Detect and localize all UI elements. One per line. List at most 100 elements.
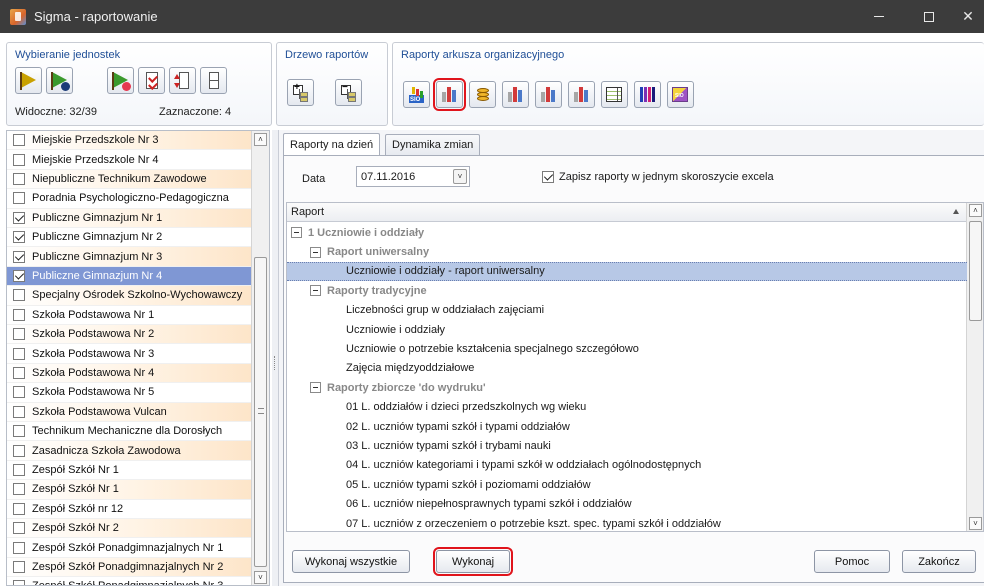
run-button[interactable]: Wykonaj — [433, 547, 513, 576]
unit-list-item[interactable]: Szkoła Podstawowa Nr 3 — [7, 344, 251, 364]
unit-list-item[interactable]: Technikum Mechaniczne dla Dorosłych — [7, 422, 251, 442]
check-all-button[interactable] — [138, 67, 165, 94]
unit-list-item[interactable]: Szkoła Podstawowa Nr 2 — [7, 325, 251, 345]
unit-list-item[interactable]: Szkoła Podstawowa Nr 5 — [7, 383, 251, 403]
grid-scrollbar[interactable]: ˄ ˅ — [966, 203, 983, 531]
report-row[interactable]: 06 L. uczniów niepełnosprawnych typami s… — [287, 495, 967, 514]
uncheck-all-button[interactable] — [200, 67, 227, 94]
finish-button[interactable]: Zakończ — [902, 550, 976, 573]
sio-report-button[interactable] — [403, 81, 430, 108]
report-group-row[interactable]: 1 Uczniowie i oddziały — [287, 223, 967, 242]
unit-checkbox[interactable] — [13, 444, 25, 457]
unit-checkbox[interactable] — [13, 541, 25, 554]
help-button[interactable]: Pomoc — [814, 550, 890, 573]
select-units-button[interactable] — [15, 67, 42, 94]
tab-reports-for-day[interactable]: Raporty na dzień — [283, 133, 381, 156]
unit-list-item[interactable]: Zasadnicza Szkoła Zawodowa — [7, 441, 251, 461]
unit-checkbox[interactable] — [13, 289, 25, 302]
unit-checkbox[interactable] — [13, 502, 25, 515]
unit-list-item[interactable]: Publiczne Gimnazjum Nr 3 — [7, 247, 251, 267]
report-row[interactable]: 07 L. uczniów z orzeczeniem o potrzebie … — [287, 514, 967, 531]
sio-cube-report-button[interactable] — [667, 81, 694, 108]
unit-checkbox[interactable] — [13, 463, 25, 476]
unit-checkbox[interactable] — [13, 425, 25, 438]
unit-list-item[interactable]: Zespół Szkół Nr 1 — [7, 461, 251, 481]
unit-list-item[interactable]: Szkoła Podstawowa Vulcan — [7, 402, 251, 422]
expand-tree-button[interactable] — [287, 79, 314, 106]
close-window-button[interactable]: ✕ — [952, 0, 984, 33]
maximize-button[interactable] — [906, 0, 952, 33]
tab-changes-dynamics[interactable]: Dynamika zmian — [385, 134, 481, 155]
unit-list-item[interactable]: Zespół Szkół Ponadgimnazjalnych Nr 2 — [7, 557, 251, 578]
comparison-report-button[interactable] — [568, 81, 595, 108]
invert-selection-button[interactable] — [169, 67, 196, 94]
unit-list-item[interactable]: Specjalny Ośrodek Szkolno-Wychowawczy — [7, 286, 251, 306]
unit-checkbox[interactable] — [13, 522, 25, 535]
unit-list-item[interactable]: Zespół Szkół Ponadgimnazjalnych Nr 1 — [7, 538, 251, 558]
unit-checkbox[interactable] — [13, 231, 25, 244]
unit-checkbox[interactable] — [13, 269, 25, 282]
collapse-icon[interactable] — [310, 246, 321, 258]
collapse-tree-button[interactable] — [335, 79, 362, 106]
scroll-thumb[interactable] — [254, 257, 267, 567]
select-units-dropdown-button[interactable] — [46, 67, 73, 94]
unit-checkbox[interactable] — [13, 134, 25, 147]
scroll-down-icon[interactable]: ˅ — [254, 571, 267, 584]
unit-checkbox[interactable] — [13, 211, 25, 224]
excel-workbook-option[interactable]: Zapisz raporty w jednym skoroszycie exce… — [542, 171, 774, 183]
unit-list-item[interactable]: Szkoła Podstawowa Nr 4 — [7, 363, 251, 384]
unit-list-item[interactable]: Zespół Szkół nr 12 — [7, 500, 251, 519]
unit-list-item[interactable]: Zespół Szkół Nr 1 — [7, 480, 251, 500]
unit-list-item[interactable]: Publiczne Gimnazjum Nr 1 — [7, 208, 251, 228]
scroll-up-icon[interactable]: ˄ — [969, 204, 982, 217]
report-row[interactable]: 01 L. oddziałów i dzieci przedszkolnych … — [287, 398, 967, 417]
unit-list-item[interactable]: Miejskie Przedszkole Nr 3 — [7, 131, 251, 151]
collapse-icon[interactable] — [310, 382, 321, 394]
unit-checkbox[interactable] — [13, 308, 25, 321]
unit-checkbox[interactable] — [13, 483, 25, 496]
report-row[interactable]: Uczniowie i oddziały - raport uniwersaln… — [287, 261, 967, 282]
table-report-button[interactable] — [601, 81, 628, 108]
report-row[interactable]: Zajęcia międzyoddziałowe — [287, 359, 967, 378]
report-group-row[interactable]: Raporty tradycyjne — [287, 281, 967, 300]
unit-list-item[interactable]: Miejskie Przedszkole Nr 4 — [7, 150, 251, 170]
collapse-icon[interactable] — [291, 227, 302, 239]
date-field[interactable]: 07.11.2016 ˅ — [356, 166, 470, 187]
unit-checkbox[interactable] — [13, 153, 25, 166]
unit-list-item[interactable]: Zespół Szkół Nr 2 — [7, 519, 251, 539]
scroll-down-icon[interactable]: ˅ — [969, 517, 982, 530]
excel-workbook-checkbox[interactable] — [542, 171, 554, 183]
unit-checkbox[interactable] — [13, 192, 25, 205]
color-chart-report-button[interactable] — [634, 81, 661, 108]
unit-list-item[interactable]: Niepubliczne Technikum Zawodowe — [7, 169, 251, 190]
collapse-icon[interactable] — [310, 285, 321, 297]
unit-list-item[interactable]: Szkoła Podstawowa Nr 1 — [7, 306, 251, 325]
chart-report-button[interactable] — [502, 81, 529, 108]
filter-checked-button[interactable] — [107, 67, 134, 94]
unit-list-item[interactable]: Zespół Szkół Ponadgimnazjalnych Nr 3 — [7, 577, 251, 585]
unit-checkbox[interactable] — [13, 366, 25, 379]
report-row[interactable]: 03 L. uczniów typami szkół i trybami nau… — [287, 436, 967, 455]
unit-checkbox[interactable] — [13, 580, 25, 585]
scroll-up-icon[interactable]: ˄ — [254, 133, 267, 146]
unit-list-item[interactable]: Publiczne Gimnazjum Nr 2 — [7, 228, 251, 248]
unit-checkbox[interactable] — [13, 328, 25, 341]
report-row[interactable]: 05 L. uczniów typami szkół i poziomami o… — [287, 475, 967, 494]
units-list-scrollbar[interactable]: ˄ ˅ — [251, 131, 269, 585]
grid-header[interactable]: Raport — [287, 203, 967, 222]
org-sheet-report-button[interactable] — [433, 78, 466, 111]
unit-list-item[interactable]: Poradnia Psychologiczno-Pedagogiczna — [7, 189, 251, 209]
unit-checkbox[interactable] — [13, 386, 25, 399]
run-all-button[interactable]: Wykonaj wszystkie — [292, 550, 410, 573]
unit-checkbox[interactable] — [13, 347, 25, 360]
unit-checkbox[interactable] — [13, 405, 25, 418]
sio-bars-report-button[interactable] — [535, 81, 562, 108]
report-row[interactable]: 02 L. uczniów typami szkół i typami oddz… — [287, 417, 967, 436]
report-row[interactable]: 04 L. uczniów kategoriami i typami szkół… — [287, 456, 967, 475]
minimize-button[interactable] — [856, 0, 902, 33]
report-row[interactable]: Uczniowie i oddziały — [287, 320, 967, 339]
report-row[interactable]: Uczniowie o potrzebie kształcenia specja… — [287, 339, 967, 358]
unit-list-item[interactable]: Publiczne Gimnazjum Nr 4 — [7, 266, 251, 287]
unit-checkbox[interactable] — [13, 560, 25, 573]
report-group-row[interactable]: Raport uniwersalny — [287, 242, 967, 261]
